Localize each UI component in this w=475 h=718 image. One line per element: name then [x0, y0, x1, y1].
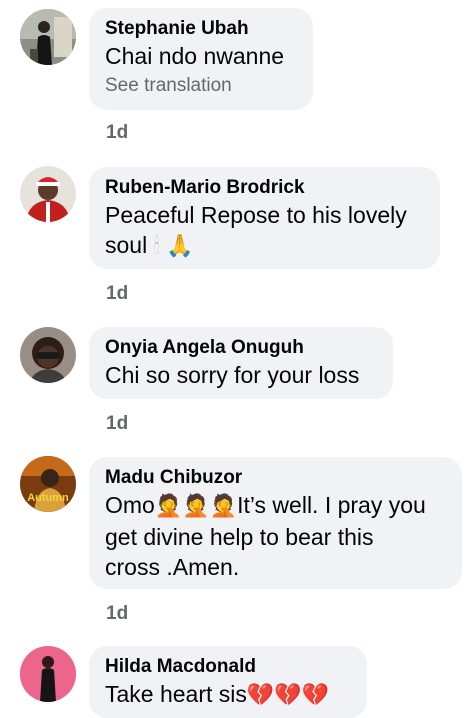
- avatar[interactable]: [20, 327, 76, 383]
- commenter-name[interactable]: Stephanie Ubah: [105, 17, 297, 41]
- comment-text-fragment: Omo: [105, 492, 155, 518]
- comment-text: Peaceful Repose to his lovely: [105, 202, 407, 228]
- avatar-text: Autumn: [27, 492, 69, 504]
- commenter-name[interactable]: Onyia Angela Onuguh: [105, 336, 377, 360]
- avatar[interactable]: [20, 9, 76, 65]
- broken-heart-icon: 💔: [246, 683, 275, 708]
- comment-bubble: Ruben-Mario Brodrick Peaceful Repose to …: [89, 167, 440, 269]
- comment-text-fragment: It’s well. I pray you: [237, 492, 426, 518]
- see-translation-link[interactable]: See translation: [105, 73, 297, 99]
- avatar[interactable]: [20, 646, 76, 702]
- comment-text-fragment: soul: [105, 232, 148, 258]
- comment-text: get divine help to bear this: [105, 524, 374, 550]
- comment-timestamp[interactable]: 1d: [106, 122, 128, 144]
- comment-text-fragment: Take heart sis: [105, 681, 247, 707]
- broken-heart-icon: 💔: [301, 683, 330, 708]
- comment-bubble: Onyia Angela Onuguh Chi so sorry for you…: [89, 327, 393, 399]
- comment-text: cross .Amen.: [105, 554, 240, 580]
- comment-bubble: Stephanie Ubah Chai ndo nwanne See trans…: [89, 8, 313, 110]
- commenter-name[interactable]: Ruben-Mario Brodrick: [105, 176, 424, 200]
- comment-bubble: Hilda Macdonald Take heart sis💔💔💔: [89, 646, 367, 718]
- comment-text-line: Take heart sis💔💔💔: [105, 679, 351, 711]
- comment-timestamp[interactable]: 1d: [106, 413, 128, 435]
- facepalm-icon: 🤦: [209, 494, 238, 519]
- comment-text: Chi so sorry for your loss: [105, 362, 360, 388]
- comment-text-line: soul 🕯 🙏: [105, 230, 424, 262]
- comment-bubble: Madu Chibuzor Omo🤦🤦🤦It’s well. I pray yo…: [89, 457, 462, 589]
- folded-hands-icon: 🙏: [166, 234, 194, 259]
- candle-icon: 🕯: [153, 234, 160, 259]
- comment-text: Chai ndo nwanne: [105, 43, 285, 69]
- commenter-name[interactable]: Madu Chibuzor: [105, 466, 446, 490]
- commenter-name[interactable]: Hilda Macdonald: [105, 655, 351, 679]
- facepalm-icon: 🤦: [182, 494, 210, 519]
- comment-timestamp[interactable]: 1d: [106, 603, 128, 625]
- broken-heart-icon: 💔: [274, 683, 302, 708]
- avatar[interactable]: [20, 166, 76, 222]
- comment-text-line: Omo🤦🤦🤦It’s well. I pray you: [105, 490, 446, 522]
- comment-timestamp[interactable]: 1d: [106, 283, 128, 305]
- facepalm-icon: 🤦: [154, 494, 183, 519]
- avatar[interactable]: Autumn: [20, 456, 76, 512]
